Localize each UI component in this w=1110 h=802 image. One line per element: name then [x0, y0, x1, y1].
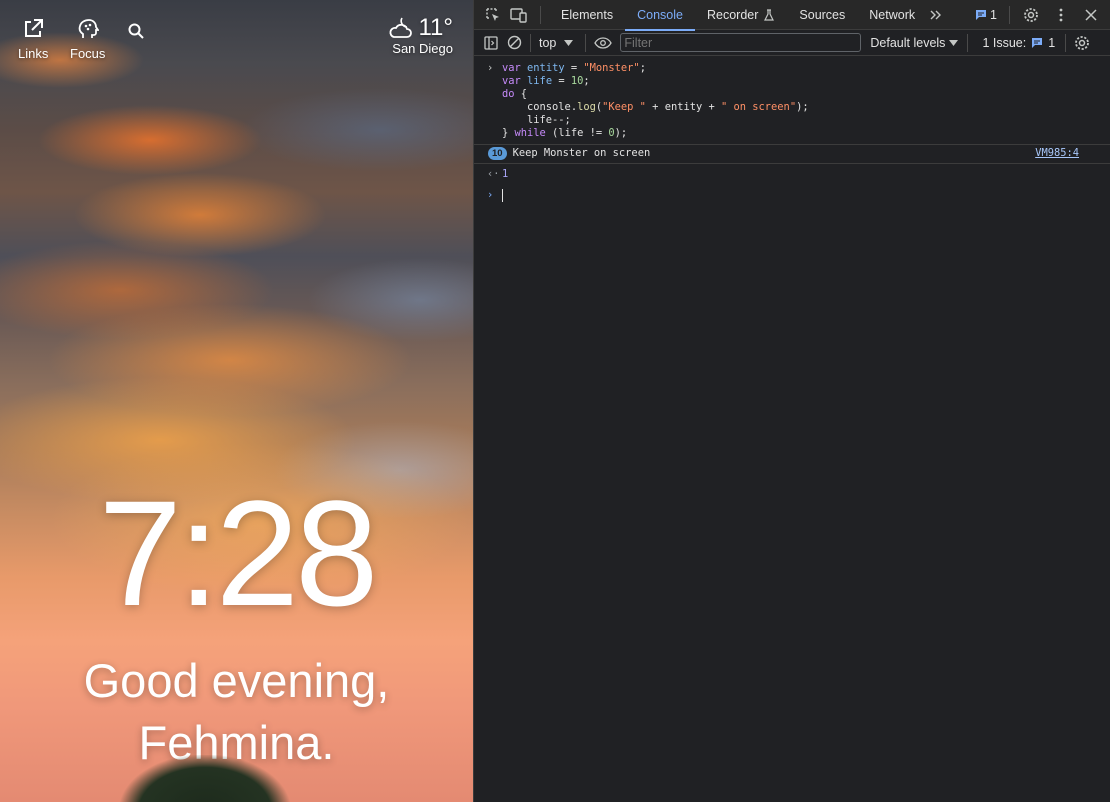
- issues-label: 1 Issue:: [982, 35, 1027, 50]
- external-link-icon: [25, 19, 44, 37]
- device-toolbar-icon[interactable]: [506, 2, 532, 28]
- dropdown-arrow-icon: [949, 39, 959, 46]
- prompt-chevron-icon: ›: [487, 189, 494, 201]
- console-result: ‹· 1: [474, 164, 1110, 185]
- issues-count: 1: [1048, 35, 1056, 50]
- greeting: Good evening, Fehmina.: [0, 650, 473, 774]
- context-value: top: [539, 35, 557, 50]
- more-tabs-chevron-icon[interactable]: [927, 2, 945, 28]
- more-options-icon[interactable]: [1048, 2, 1074, 28]
- flask-icon: [764, 8, 775, 21]
- weather-temperature: 11°: [418, 14, 453, 41]
- close-icon[interactable]: [1078, 2, 1104, 28]
- focus-label: Focus: [70, 46, 106, 61]
- message-icon: [976, 10, 987, 20]
- divider: [585, 33, 587, 52]
- tab-elements[interactable]: Elements: [549, 0, 625, 30]
- tab-recorder-label: Recorder: [706, 7, 759, 22]
- live-expression-eye-icon[interactable]: [592, 30, 614, 56]
- tab-recorder[interactable]: Recorder: [695, 0, 787, 30]
- devtools-panel: Elements Console Recorder Sources Networ…: [473, 0, 1110, 802]
- links-label: Links: [18, 46, 49, 61]
- code-line: console.log("Keep " + entity + " on scre…: [502, 101, 809, 113]
- links-button[interactable]: Links: [18, 18, 48, 61]
- log-message-text: Keep Monster on screen: [512, 147, 651, 159]
- tab-network[interactable]: Network: [857, 0, 927, 30]
- code-line: var life = 10;: [502, 75, 590, 87]
- messages-count: 1: [990, 8, 997, 22]
- tab-console[interactable]: Console: [625, 0, 695, 31]
- log-source-link[interactable]: VM985:4: [1035, 147, 1079, 160]
- inspect-element-icon[interactable]: [480, 2, 506, 28]
- dropdown-arrow-icon: [564, 39, 574, 46]
- new-tab-page: Links Focus 11° San Diego 7:28 Good even…: [0, 0, 473, 802]
- filter-input[interactable]: [620, 33, 862, 52]
- code-line: life--;: [502, 114, 571, 126]
- code-line: do {: [502, 88, 528, 100]
- divider: [530, 33, 531, 52]
- context-selector[interactable]: top: [535, 36, 579, 50]
- console-input-entry[interactable]: › var entity = "Monster"; var life = 10;…: [474, 56, 1110, 144]
- console-log-message[interactable]: 10 Keep Monster on screen VM985:4: [474, 144, 1110, 164]
- search-button[interactable]: [127, 22, 145, 46]
- greeting-name: Fehmina.: [138, 716, 335, 769]
- console-toolbar: top Default levels 1 Issue: 1: [474, 30, 1110, 56]
- result-value: 1: [502, 168, 509, 180]
- divider: [1065, 33, 1067, 52]
- log-levels-label: Default levels: [870, 35, 946, 50]
- text-caret: [502, 189, 503, 202]
- weather-location: San Diego: [392, 41, 453, 56]
- focus-button[interactable]: Focus: [70, 18, 105, 61]
- devtools-tabbar: Elements Console Recorder Sources Networ…: [474, 0, 1110, 31]
- chevron-right-icon: ›: [487, 62, 494, 74]
- partly-cloudy-night-icon: [389, 17, 413, 38]
- settings-gear-icon[interactable]: [1018, 2, 1044, 28]
- log-levels-dropdown[interactable]: Default levels: [870, 35, 959, 50]
- sidebar-toggle-icon[interactable]: [480, 30, 502, 56]
- devtools-tabbar-actions: 1: [975, 0, 1104, 30]
- console-settings-gear-icon[interactable]: [1072, 30, 1092, 56]
- console-output: › var entity = "Monster"; var life = 10;…: [474, 56, 1110, 206]
- clock: 7:28: [98, 469, 379, 637]
- repeat-count-badge: 10: [488, 147, 507, 160]
- console-prompt[interactable]: ›: [474, 185, 1110, 206]
- messages-badge[interactable]: 1: [975, 8, 997, 22]
- divider: [1009, 6, 1010, 24]
- divider: [967, 33, 969, 52]
- clear-console-icon[interactable]: [502, 30, 526, 56]
- code-line: var entity = "Monster";: [502, 62, 646, 74]
- search-icon: [128, 23, 144, 39]
- divider: [540, 5, 541, 24]
- head-brain-icon: [78, 19, 99, 38]
- greeting-line-1: Good evening,: [83, 654, 390, 707]
- result-arrow-icon: ‹·: [487, 168, 500, 180]
- code-line: } while (life != 0);: [502, 127, 628, 139]
- weather-widget[interactable]: 11° San Diego: [388, 14, 453, 56]
- issue-message-icon: [1032, 37, 1043, 48]
- tab-sources[interactable]: Sources: [787, 0, 857, 30]
- issues-button[interactable]: 1 Issue: 1: [982, 36, 1055, 50]
